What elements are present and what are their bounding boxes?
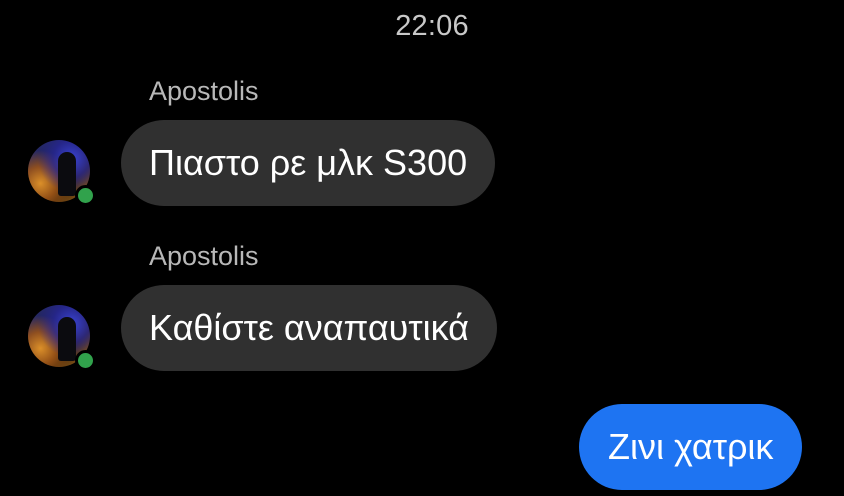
online-dot-icon xyxy=(75,185,96,206)
avatar[interactable] xyxy=(28,305,96,371)
sender-name: Apostolis xyxy=(149,76,259,106)
avatar-silhouette xyxy=(58,317,76,361)
incoming-message-bubble[interactable]: Πιαστο ρε μλκ S300 xyxy=(121,120,496,206)
online-dot-icon xyxy=(75,350,96,371)
avatar[interactable] xyxy=(28,140,96,206)
incoming-message-bubble[interactable]: Καθίστε αναπαυτικά xyxy=(121,285,497,371)
outgoing-message-bubble[interactable]: Ζινι χατρικ xyxy=(579,404,803,490)
sender-name: Apostolis xyxy=(149,241,259,271)
message-timestamp: 22:06 xyxy=(395,10,469,42)
avatar-silhouette xyxy=(58,152,76,196)
